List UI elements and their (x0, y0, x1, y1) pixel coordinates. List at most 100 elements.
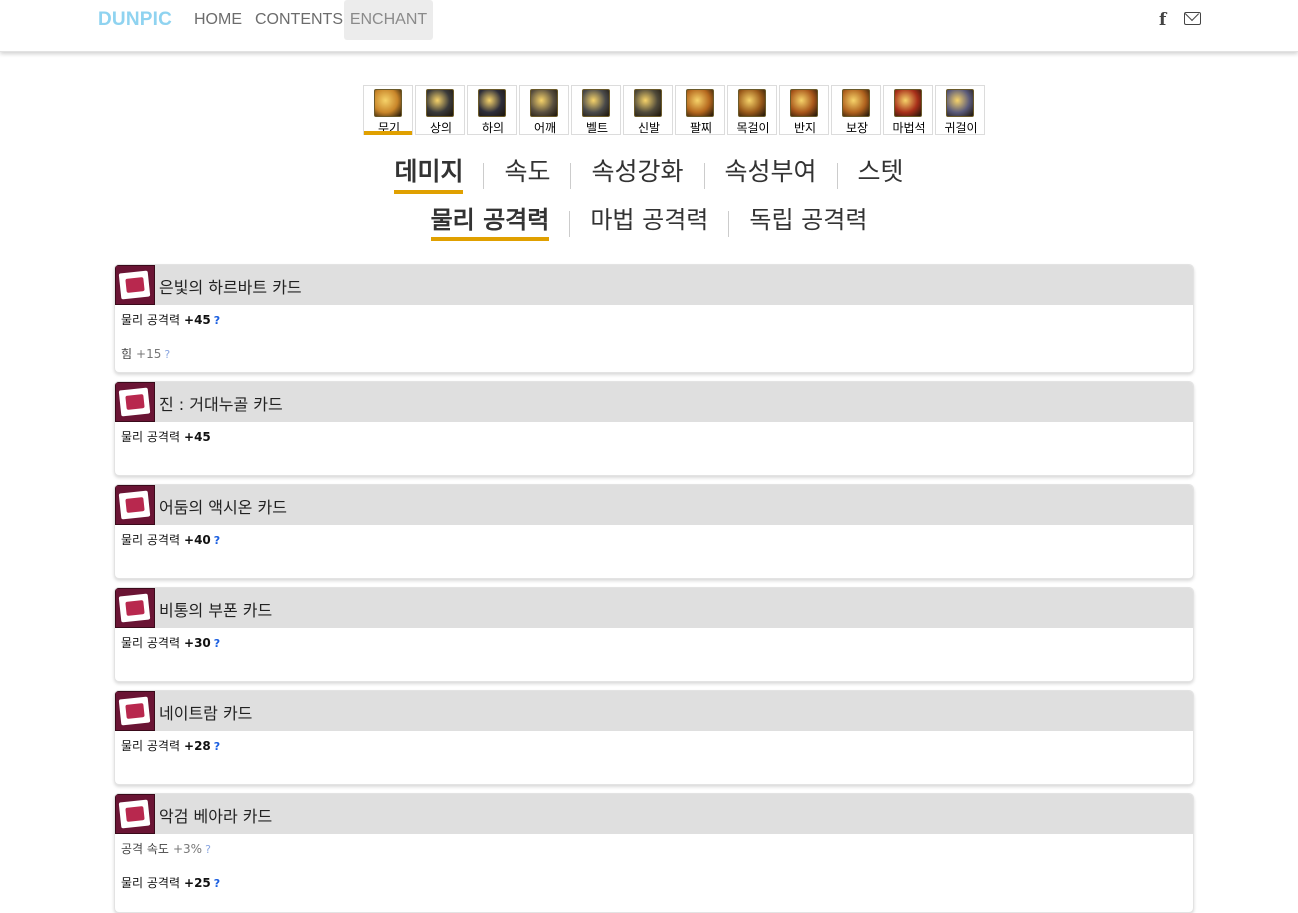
slot-tab-3[interactable]: 어깨 (519, 85, 569, 135)
navbar: DUNPIC HOME CONTENTS ENCHANT f (0, 0, 1298, 52)
category-tab-1[interactable]: 속도 (484, 152, 570, 192)
slot-tab-4[interactable]: 벨트 (571, 85, 621, 135)
card-name: 악검 베아라 카드 (159, 807, 273, 826)
nav-enchant[interactable]: ENCHANT (344, 0, 433, 40)
category-tab-label: 속성부여 (724, 157, 817, 186)
stat-value: +45 (184, 430, 211, 444)
stat-row: 힘 +15? (121, 347, 1193, 361)
slot-item-icon (842, 89, 870, 117)
category-tab-3[interactable]: 속성부여 (705, 152, 837, 192)
stat-row: 물리 공격력 +28? (121, 739, 1193, 753)
category-tab-0[interactable]: 데미지 (374, 152, 483, 194)
slot-label: 상의 (429, 121, 453, 135)
slot-tab-6[interactable]: 팔찌 (675, 85, 725, 135)
subcategory-tab-0[interactable]: 물리 공격력 (411, 200, 570, 241)
help-tooltip-icon[interactable]: ? (214, 637, 220, 650)
card-body: 물리 공격력 +30? (115, 628, 1193, 650)
card-header: 진 : 거대누골 카드 (115, 382, 1193, 422)
card-name: 네이트람 카드 (159, 704, 253, 723)
help-tooltip-icon[interactable]: ? (205, 843, 211, 856)
stat-label: 힘 (121, 347, 133, 361)
slot-label: 귀걸이 (944, 121, 978, 135)
slot-item-icon (374, 89, 402, 117)
card-image-icon (115, 265, 155, 305)
subcategory-tab-1[interactable]: 마법 공격력 (570, 200, 728, 239)
subcategory-tabs: 물리 공격력 마법 공격력 독립 공격력 (0, 200, 1298, 241)
card-header: 어둠의 액시온 카드 (115, 485, 1193, 525)
stat-row: 물리 공격력 +45? (121, 313, 1193, 327)
category-tab-label: 속성강화 (591, 157, 684, 186)
help-tooltip-icon[interactable]: ? (214, 877, 220, 890)
stat-row: 물리 공격력 +40? (121, 533, 1193, 547)
mail-icon[interactable] (1184, 12, 1201, 25)
card-body: 공격 속도 +3%? 물리 공격력 +25? (115, 834, 1193, 890)
slot-tab-2[interactable]: 하의 (467, 85, 517, 135)
slot-label: 하의 (481, 121, 505, 135)
card-image-icon (115, 794, 155, 834)
slot-tab-9[interactable]: 보장 (831, 85, 881, 135)
slot-tab-11[interactable]: 귀걸이 (935, 85, 985, 135)
help-tooltip-icon[interactable]: ? (214, 740, 220, 753)
subcategory-tab-label: 독립 공격력 (749, 206, 868, 234)
stat-label: 물리 공격력 (121, 430, 181, 444)
slot-tab-7[interactable]: 목걸이 (727, 85, 777, 135)
card-item[interactable]: 진 : 거대누골 카드물리 공격력 +45 (114, 381, 1194, 476)
slot-label: 마법석 (892, 121, 926, 135)
card-name: 은빛의 하르바트 카드 (159, 278, 302, 297)
card-header: 비통의 부폰 카드 (115, 588, 1193, 628)
help-tooltip-icon[interactable]: ? (214, 534, 220, 547)
equipment-slot-tabs: 무기 상의 하의 어깨 벨트 신발 팔찌 목걸이 반지 보장 마법석 귀걸이 (363, 85, 987, 135)
stat-row: 공격 속도 +3%? (121, 842, 1193, 856)
stat-value: +15 (136, 347, 162, 361)
slot-item-icon (686, 89, 714, 117)
card-image-icon (115, 485, 155, 525)
card-body: 물리 공격력 +40? (115, 525, 1193, 547)
slot-label: 팔찌 (689, 121, 713, 135)
stat-label: 물리 공격력 (121, 313, 181, 327)
category-tab-2[interactable]: 속성강화 (571, 152, 703, 192)
stat-value: +28 (184, 739, 211, 753)
card-item[interactable]: 네이트람 카드물리 공격력 +28? (114, 690, 1194, 785)
category-tab-label: 스텟 (857, 157, 904, 186)
category-tabs: 데미지 속도 속성강화 속성부여 스텟 (0, 152, 1298, 194)
stat-label: 물리 공격력 (121, 739, 181, 753)
nav-contents[interactable]: CONTENTS (255, 0, 343, 40)
slot-tab-8[interactable]: 반지 (779, 85, 829, 135)
card-item[interactable]: 비통의 부폰 카드 물리 공격력 +30? (114, 587, 1194, 682)
nav-home[interactable]: HOME (194, 0, 242, 40)
card-item[interactable]: 은빛의 하르바트 카드물리 공격력 +45? 힘 +15? (114, 264, 1194, 373)
slot-item-icon (582, 89, 610, 117)
card-item[interactable]: 어둠의 액시온 카드물리 공격력 +40? (114, 484, 1194, 579)
card-image-icon (115, 382, 155, 422)
slot-item-icon (426, 89, 454, 117)
slot-label: 반지 (793, 121, 817, 135)
slot-label: 무기 (377, 121, 401, 135)
slot-tab-5[interactable]: 신발 (623, 85, 673, 135)
category-tab-label: 데미지 (394, 152, 464, 194)
facebook-icon[interactable]: f (1159, 10, 1166, 30)
slot-item-icon (478, 89, 506, 117)
stat-row: 물리 공격력 +45 (121, 430, 1193, 444)
stat-label: 물리 공격력 (121, 636, 181, 650)
card-name: 진 : 거대누골 카드 (159, 395, 283, 414)
slot-tab-0[interactable]: 무기 (363, 85, 413, 135)
slot-tab-10[interactable]: 마법석 (883, 85, 933, 135)
subcategory-tab-2[interactable]: 독립 공격력 (729, 200, 887, 239)
slot-item-icon (530, 89, 558, 117)
help-tooltip-icon[interactable]: ? (164, 348, 170, 361)
stat-value: +30 (184, 636, 211, 650)
card-body: 물리 공격력 +45? 힘 +15? (115, 305, 1193, 361)
help-tooltip-icon[interactable]: ? (214, 314, 220, 327)
slot-item-icon (946, 89, 974, 117)
category-tab-4[interactable]: 스텟 (838, 152, 924, 192)
slot-item-icon (894, 89, 922, 117)
card-body: 물리 공격력 +28? (115, 731, 1193, 753)
slot-tab-1[interactable]: 상의 (415, 85, 465, 135)
stat-label: 공격 속도 (121, 842, 169, 856)
card-name: 어둠의 액시온 카드 (159, 498, 287, 517)
card-item[interactable]: 악검 베아라 카드공격 속도 +3%? 물리 공격력 +25? (114, 793, 1194, 913)
card-image-icon (115, 691, 155, 731)
slot-label: 보장 (845, 121, 869, 135)
brand-logo[interactable]: DUNPIC (98, 9, 172, 31)
slot-item-icon (634, 89, 662, 117)
